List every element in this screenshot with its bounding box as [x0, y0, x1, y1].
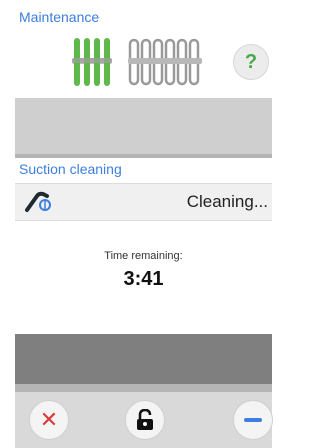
suction-nozzle-icon — [25, 191, 51, 212]
minus-button[interactable] — [233, 400, 273, 440]
help-button[interactable]: ? — [233, 44, 269, 80]
time-remaining-label: Time remaining: — [104, 250, 183, 262]
unlock-button[interactable] — [125, 400, 165, 440]
unlock-icon — [137, 409, 153, 430]
divider-band — [15, 98, 272, 154]
maintenance-panel: Maintenance ? — [15, 0, 272, 98]
status-row: Cleaning... — [15, 183, 272, 221]
maintenance-title: Maintenance — [19, 9, 100, 25]
time-remaining-value: 3:41 — [123, 268, 164, 290]
heating-element-green-icon[interactable] — [70, 36, 114, 88]
cancel-button[interactable]: ✕ — [29, 400, 69, 440]
bottom-action-bar: ✕ — [15, 392, 273, 448]
empty-panel — [15, 334, 272, 384]
divider-line-bottom — [15, 384, 272, 392]
minus-icon — [244, 418, 262, 422]
heating-element-grey-icon[interactable] — [128, 36, 206, 88]
suction-cleaning-title: Suction cleaning — [19, 161, 122, 177]
cleaning-status: Cleaning... — [186, 192, 268, 211]
screen: Maintenance ? Suction cleaning Cleaning.… — [0, 0, 273, 448]
suction-cleaning-panel: Suction cleaning Cleaning... Time remain… — [15, 158, 272, 334]
